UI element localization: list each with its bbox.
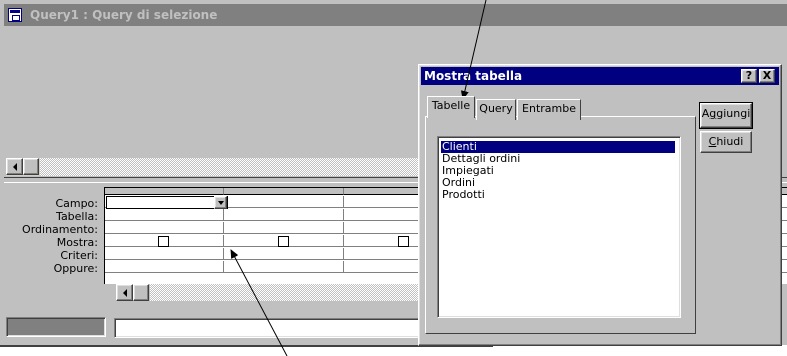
grid-cell[interactable] bbox=[224, 222, 344, 234]
scroll-thumb[interactable] bbox=[133, 284, 149, 301]
show-checkbox-icon[interactable] bbox=[398, 236, 409, 247]
status-panel bbox=[6, 317, 106, 337]
scroll-left-arrow-icon[interactable] bbox=[6, 158, 23, 175]
column-selector[interactable] bbox=[105, 188, 224, 195]
scroll-track[interactable] bbox=[40, 158, 418, 176]
row-label-campo: Campo: bbox=[55, 197, 98, 210]
dialog-title[interactable]: Mostra tabella bbox=[421, 67, 779, 85]
query-window-title[interactable]: Query1 : Query di selezione bbox=[4, 4, 787, 26]
list-item[interactable]: Prodotti bbox=[441, 189, 486, 201]
row-label-ordinamento: Ordinamento: bbox=[22, 223, 98, 236]
status-field bbox=[114, 318, 424, 338]
grid-cell[interactable] bbox=[224, 209, 344, 221]
row-label-criteri: Criteri: bbox=[60, 249, 98, 262]
grid-cell[interactable] bbox=[224, 261, 344, 273]
grid-cell[interactable] bbox=[105, 222, 224, 234]
add-button[interactable]: Aggiungi bbox=[699, 102, 753, 129]
close-icon[interactable]: X bbox=[759, 69, 775, 83]
query-window-icon bbox=[8, 8, 22, 22]
scroll-thumb[interactable] bbox=[23, 158, 39, 175]
tab-tabelle[interactable]: Tabelle bbox=[427, 96, 475, 118]
scroll-left-arrow-icon[interactable] bbox=[116, 284, 133, 301]
grid-cell[interactable] bbox=[224, 248, 344, 260]
table-pane-scrollbar[interactable] bbox=[6, 158, 418, 176]
scroll-track[interactable] bbox=[150, 284, 420, 301]
grid-cell[interactable] bbox=[105, 261, 224, 273]
row-label-mostra: Mostra: bbox=[56, 236, 98, 249]
tables-list[interactable]: Clienti Dettagli ordini Impiegati Ordini… bbox=[437, 136, 681, 318]
combo-dropdown-arrow-icon[interactable] bbox=[214, 196, 227, 209]
grid-scrollbar[interactable] bbox=[116, 284, 420, 301]
row-label-tabella: Tabella: bbox=[56, 210, 98, 223]
grid-cell[interactable] bbox=[224, 196, 344, 208]
column-selector[interactable] bbox=[224, 188, 344, 195]
tab-entrambe[interactable]: Entrambe bbox=[517, 99, 581, 120]
grid-cell[interactable] bbox=[105, 209, 224, 221]
close-button[interactable]: Chiudi bbox=[700, 131, 752, 153]
field-combo-box[interactable] bbox=[106, 196, 228, 209]
tab-query[interactable]: Query bbox=[476, 99, 516, 120]
help-icon[interactable]: ? bbox=[741, 69, 757, 83]
grid-cell[interactable] bbox=[105, 248, 224, 260]
row-label-oppure: Oppure: bbox=[53, 262, 98, 275]
show-checkbox-icon[interactable] bbox=[158, 236, 169, 247]
show-checkbox-icon[interactable] bbox=[278, 236, 289, 247]
